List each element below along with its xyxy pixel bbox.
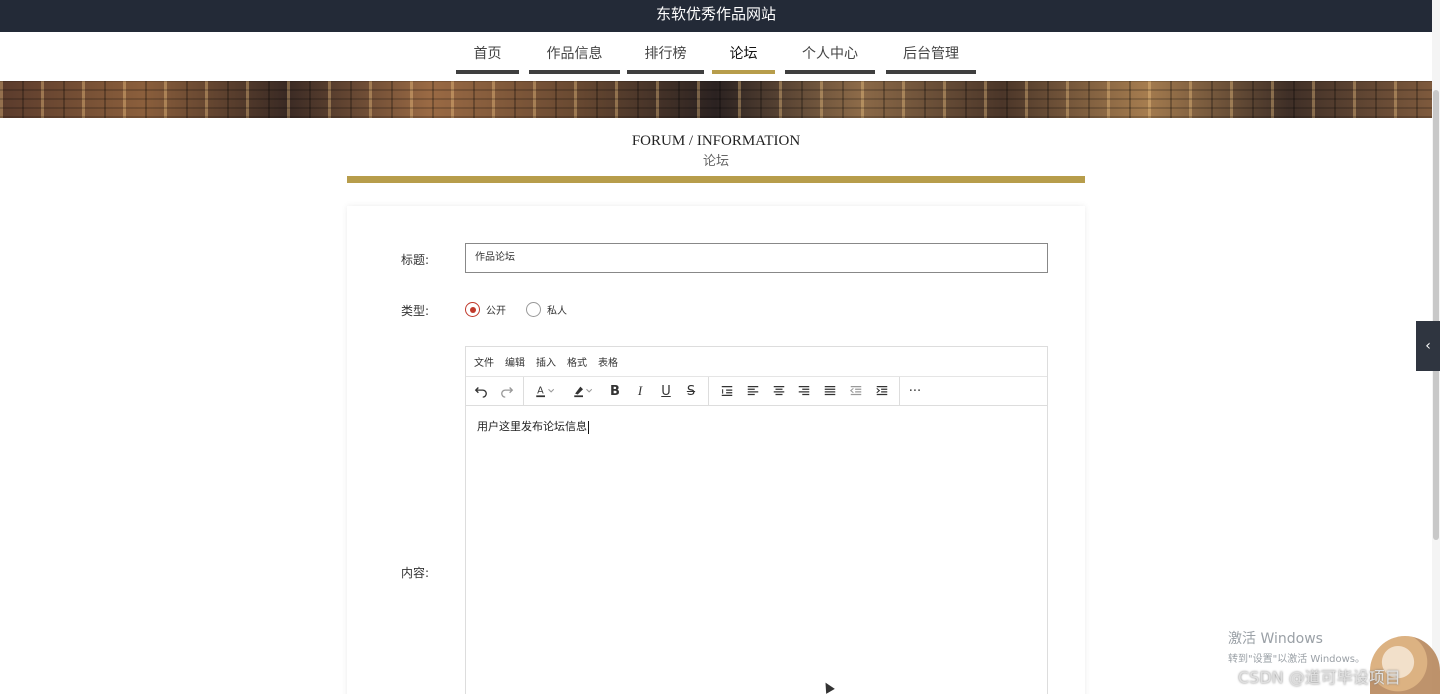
align-right-icon[interactable] <box>793 377 815 405</box>
text-caret <box>588 420 589 434</box>
bold-icon[interactable]: B <box>604 377 626 405</box>
radio-circle <box>465 302 480 317</box>
watermark-line1: 激活 Windows <box>1228 631 1323 647</box>
banner-image <box>0 81 1432 118</box>
section-title-en: FORUM / INFORMATION <box>631 133 801 149</box>
redo-icon[interactable] <box>496 377 518 405</box>
underline-icon[interactable]: U <box>655 377 677 405</box>
section-divider <box>347 176 1085 183</box>
nav-ranking[interactable]: 排行榜 <box>627 32 704 74</box>
rich-text-editor: 文件 编辑 插入 格式 表格 A B I U S ··· 用户这里发布论坛信息 <box>465 346 1048 694</box>
watermark-line2: 转到"设置"以激活 Windows。 <box>1228 654 1366 665</box>
editor-toolbar: A B I U S ··· <box>466 377 1047 406</box>
indent-icon[interactable] <box>871 377 893 405</box>
nav-home[interactable]: 首页 <box>456 32 519 74</box>
align-center-icon[interactable] <box>768 377 790 405</box>
toolbar-divider <box>523 377 524 405</box>
csdn-watermark: CSDN @道可毕设项目 <box>1238 668 1401 687</box>
menu-file[interactable]: 文件 <box>474 354 494 369</box>
radio-private-label: 私人 <box>547 306 567 317</box>
menu-edit[interactable]: 编辑 <box>505 354 525 369</box>
menu-table[interactable]: 表格 <box>598 354 618 369</box>
title-input[interactable]: 作品论坛 <box>465 243 1048 273</box>
radio-public-label: 公开 <box>486 306 506 317</box>
content-label: 内容: <box>401 566 430 580</box>
chevron-left-icon: ‹ <box>1425 338 1431 354</box>
menu-insert[interactable]: 插入 <box>536 354 556 369</box>
radio-private[interactable]: 私人 <box>526 302 567 317</box>
strikethrough-icon[interactable]: S <box>680 377 702 405</box>
title-label: 标题: <box>401 253 430 267</box>
outdent-icon[interactable] <box>845 377 867 405</box>
radio-circle <box>526 302 541 317</box>
nav-works[interactable]: 作品信息 <box>529 32 620 74</box>
nav-forum[interactable]: 论坛 <box>712 32 775 74</box>
editor-text: 用户这里发布论坛信息 <box>477 420 587 433</box>
editor-content[interactable]: 用户这里发布论坛信息 <box>466 406 1047 446</box>
highlight-icon[interactable] <box>566 377 600 405</box>
align-left-icon[interactable] <box>742 377 764 405</box>
align-justify-icon[interactable] <box>819 377 841 405</box>
nav-personal-center[interactable]: 个人中心 <box>785 32 875 74</box>
italic-icon[interactable]: I <box>629 377 651 405</box>
site-title: 东软优秀作品网站 <box>655 5 776 23</box>
type-label: 类型: <box>401 304 430 318</box>
section-title-cn: 论坛 <box>702 154 729 169</box>
undo-icon[interactable] <box>470 377 492 405</box>
menu-format[interactable]: 格式 <box>567 354 587 369</box>
radio-public[interactable]: 公开 <box>465 302 506 317</box>
more-icon[interactable]: ··· <box>904 377 926 405</box>
windows-activation-watermark: 激活 Windows 转到"设置"以激活 Windows。 <box>1228 628 1365 665</box>
nav-admin[interactable]: 后台管理 <box>886 32 976 74</box>
toolbar-divider <box>708 377 709 405</box>
svg-text:A: A <box>537 386 544 397</box>
editor-menubar: 文件 编辑 插入 格式 表格 <box>466 347 1047 377</box>
side-collapse-button[interactable]: ‹ <box>1416 321 1440 371</box>
main-nav: 首页 作品信息 排行榜 论坛 个人中心 后台管理 <box>0 32 1432 80</box>
line-height-icon[interactable] <box>716 377 738 405</box>
font-color-icon[interactable]: A <box>528 377 562 405</box>
toolbar-divider <box>899 377 900 405</box>
site-header: 东软优秀作品网站 <box>0 0 1432 32</box>
scroll-thumb[interactable] <box>1433 90 1439 540</box>
